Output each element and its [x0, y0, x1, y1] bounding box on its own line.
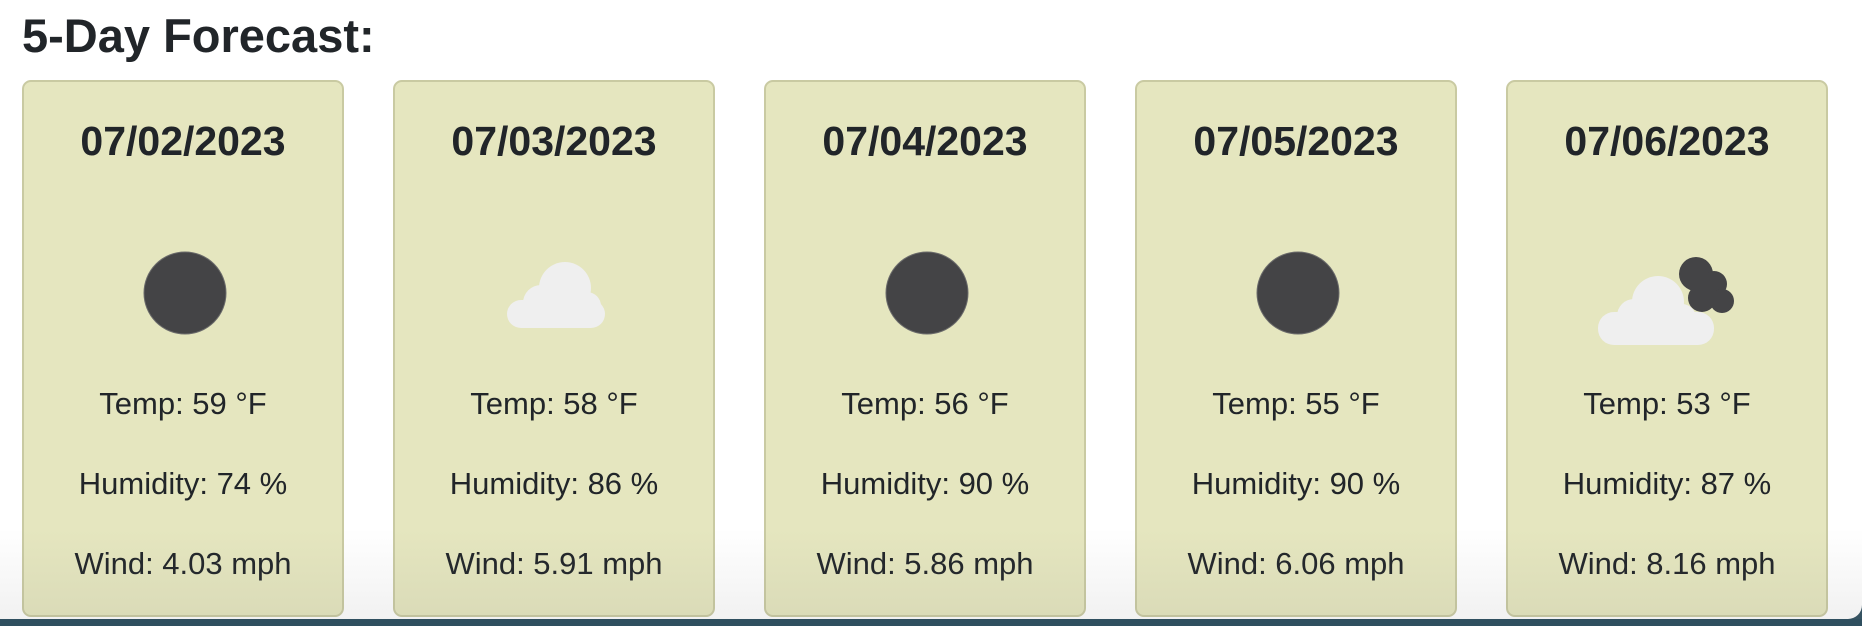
- forecast-heading: 5-Day Forecast:: [22, 9, 375, 62]
- dark-circle-icon: [852, 218, 1002, 368]
- forecast-temp: Temp: 53 °F: [1583, 386, 1751, 421]
- forecast-temp: Temp: 55 °F: [1212, 386, 1380, 421]
- page: 5-Day Forecast: 07/02/2023 Temp: 59 °F H…: [0, 0, 1862, 619]
- forecast-temp: Temp: 58 °F: [470, 386, 638, 421]
- forecast-card-day-3: 07/04/2023 Temp: 56 °F Humidity: 90 % Wi…: [764, 80, 1086, 617]
- forecast-date: 07/03/2023: [451, 118, 657, 164]
- forecast-wind: Wind: 8.16 mph: [1558, 546, 1776, 581]
- dark-cloud-light-cloud-icon: [1594, 218, 1744, 368]
- forecast-humidity: Humidity: 87 %: [1562, 466, 1772, 501]
- forecast-date: 07/05/2023: [1193, 118, 1399, 164]
- dark-circle-icon: [110, 218, 260, 368]
- forecast-card-day-1: 07/02/2023 Temp: 59 °F Humidity: 74 % Wi…: [22, 80, 344, 617]
- forecast-wind: Wind: 5.86 mph: [816, 546, 1034, 581]
- forecast-humidity: Humidity: 74 %: [78, 466, 288, 501]
- forecast-card-day-5: 07/06/2023 Temp: 53 °F Humidity: 87 % Wi…: [1506, 80, 1828, 617]
- forecast-humidity: Humidity: 86 %: [449, 466, 659, 501]
- forecast-card-day-4: 07/05/2023 Temp: 55 °F Humidity: 90 % Wi…: [1135, 80, 1457, 617]
- forecast-temp: Temp: 56 °F: [841, 386, 1009, 421]
- forecast-temp: Temp: 59 °F: [99, 386, 267, 421]
- forecast-cards: 07/02/2023 Temp: 59 °F Humidity: 74 % Wi…: [22, 80, 1828, 617]
- forecast-humidity: Humidity: 90 %: [1191, 466, 1401, 501]
- forecast-wind: Wind: 6.06 mph: [1187, 546, 1405, 581]
- forecast-wind: Wind: 5.91 mph: [445, 546, 663, 581]
- dark-circle-icon: [1223, 218, 1373, 368]
- cloud-icon: [481, 218, 631, 368]
- forecast-date: 07/04/2023: [822, 118, 1028, 164]
- forecast-date: 07/02/2023: [80, 118, 286, 164]
- forecast-date: 07/06/2023: [1564, 118, 1770, 164]
- forecast-humidity: Humidity: 90 %: [820, 466, 1030, 501]
- forecast-wind: Wind: 4.03 mph: [74, 546, 292, 581]
- forecast-card-day-2: 07/03/2023 Temp: 58 °F Humidity: 86 % Wi…: [393, 80, 715, 617]
